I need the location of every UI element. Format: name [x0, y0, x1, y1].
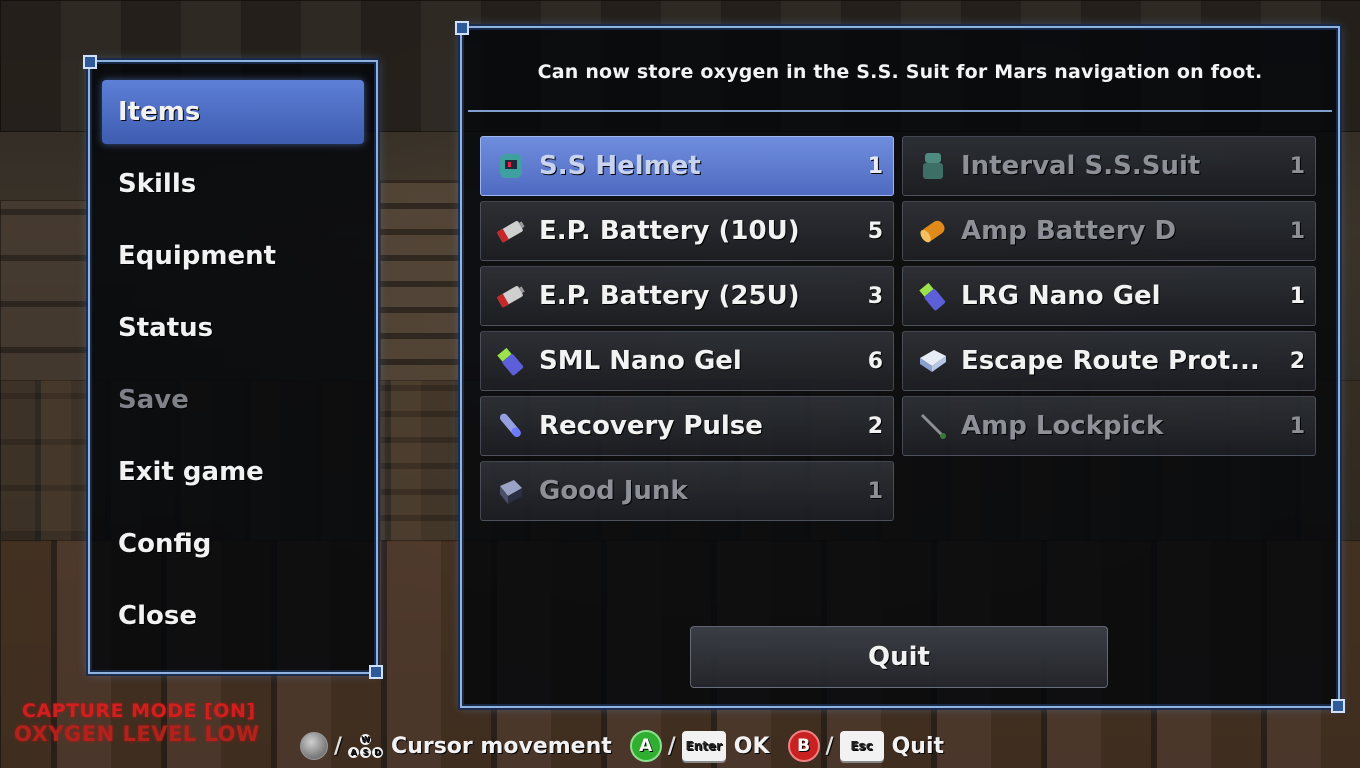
suit-icon: [913, 146, 953, 186]
item-quantity: 5: [867, 218, 883, 244]
item-name: Amp Battery D: [961, 216, 1177, 246]
item-slot[interactable]: Good Junk 1: [480, 461, 894, 521]
ok-label: OK: [733, 733, 770, 759]
item-slot[interactable]: E.P. Battery (25U) 3: [480, 266, 894, 326]
item-slot[interactable]: Escape Route Prot... 2: [902, 331, 1316, 391]
item-quantity: 1: [867, 478, 883, 504]
capture-info: CAPTURE MODE [ON] OXYGEN LEVEL LOW: [14, 700, 260, 746]
separator: /: [667, 733, 676, 759]
item-description: Can now store oxygen in the S.S. Suit fo…: [468, 34, 1332, 112]
vial-icon: [491, 406, 531, 446]
amp-battery-icon: [913, 211, 953, 251]
item-grid: S.S Helmet 1 Interval S.S.Suit 1 E.P. Batter…: [480, 136, 1322, 521]
item-quantity: 3: [867, 283, 883, 309]
item-quantity: 1: [1289, 283, 1305, 309]
menu-item-status[interactable]: Status: [102, 296, 364, 360]
item-name: Good Junk: [539, 476, 688, 506]
helmet-icon: [491, 146, 531, 186]
item-name: E.P. Battery (10U): [539, 216, 800, 246]
item-quantity: 1: [1289, 413, 1305, 439]
esc-key-icon: Esc: [839, 731, 884, 761]
nano-gel-icon: [491, 341, 531, 381]
controls-hint-bar: / W A S D Cursor movement A / Enter OK B…: [300, 728, 962, 764]
item-quantity: 1: [1289, 153, 1305, 179]
item-quantity: 2: [1289, 348, 1305, 374]
b-button-icon: B: [787, 730, 820, 762]
item-quantity: 1: [867, 153, 883, 179]
quit-hint-label: Quit: [891, 733, 945, 759]
item-slot[interactable]: S.S Helmet 1: [480, 136, 894, 196]
battery-icon: [491, 276, 531, 316]
a-key-icon: A: [348, 746, 360, 758]
item-slot[interactable]: Recovery Pulse 2: [480, 396, 894, 456]
item-name: Amp Lockpick: [961, 411, 1164, 441]
lockpick-icon: [913, 406, 953, 446]
menu-item-config[interactable]: Config: [102, 512, 364, 576]
enter-key-icon: Enter: [681, 731, 726, 761]
menu-item-items[interactable]: Items: [102, 80, 364, 144]
item-name: S.S Helmet: [539, 151, 701, 181]
a-button-icon: A: [629, 730, 662, 762]
item-slot[interactable]: Amp Lockpick 1: [902, 396, 1316, 456]
d-key-icon: D: [372, 746, 384, 758]
menu-item-save[interactable]: Save: [102, 368, 364, 432]
item-name: LRG Nano Gel: [961, 281, 1161, 311]
junk-icon: [491, 471, 531, 511]
s-key-icon: S: [360, 746, 372, 758]
item-name: SML Nano Gel: [539, 346, 742, 376]
wasd-keys-icon: W A S D: [348, 733, 384, 759]
book-icon: [913, 341, 953, 381]
main-menu-panel: Items Skills Equipment Status Save Exit …: [83, 55, 383, 679]
item-slot[interactable]: SML Nano Gel 6: [480, 331, 894, 391]
item-name: Recovery Pulse: [539, 411, 763, 441]
oxygen-warning: OXYGEN LEVEL LOW: [14, 722, 260, 746]
menu-item-equipment[interactable]: Equipment: [102, 224, 364, 288]
item-name: E.P. Battery (25U): [539, 281, 800, 311]
menu-item-close[interactable]: Close: [102, 584, 364, 648]
item-slot[interactable]: LRG Nano Gel 1: [902, 266, 1316, 326]
separator: /: [334, 733, 343, 759]
nano-gel-icon: [913, 276, 953, 316]
w-key-icon: W: [360, 733, 372, 745]
main-menu: Items Skills Equipment Status Save Exit …: [102, 80, 364, 656]
battery-icon: [491, 211, 531, 251]
item-slot[interactable]: Interval S.S.Suit 1: [902, 136, 1316, 196]
quit-button[interactable]: Quit: [690, 626, 1108, 688]
item-quantity: 2: [867, 413, 883, 439]
separator: /: [825, 733, 834, 759]
item-quantity: 6: [867, 348, 883, 374]
capture-mode-label: CAPTURE MODE [ON]: [22, 700, 256, 722]
items-panel: Can now store oxygen in the S.S. Suit fo…: [455, 21, 1345, 713]
menu-item-exit-game[interactable]: Exit game: [102, 440, 364, 504]
item-name: Interval S.S.Suit: [961, 151, 1201, 181]
cursor-movement-label: Cursor movement: [391, 733, 612, 759]
item-slot[interactable]: Amp Battery D 1: [902, 201, 1316, 261]
menu-item-skills[interactable]: Skills: [102, 152, 364, 216]
left-stick-icon: [300, 732, 328, 760]
item-name: Escape Route Prot...: [961, 346, 1260, 376]
item-slot[interactable]: E.P. Battery (10U) 5: [480, 201, 894, 261]
item-quantity: 1: [1289, 218, 1305, 244]
